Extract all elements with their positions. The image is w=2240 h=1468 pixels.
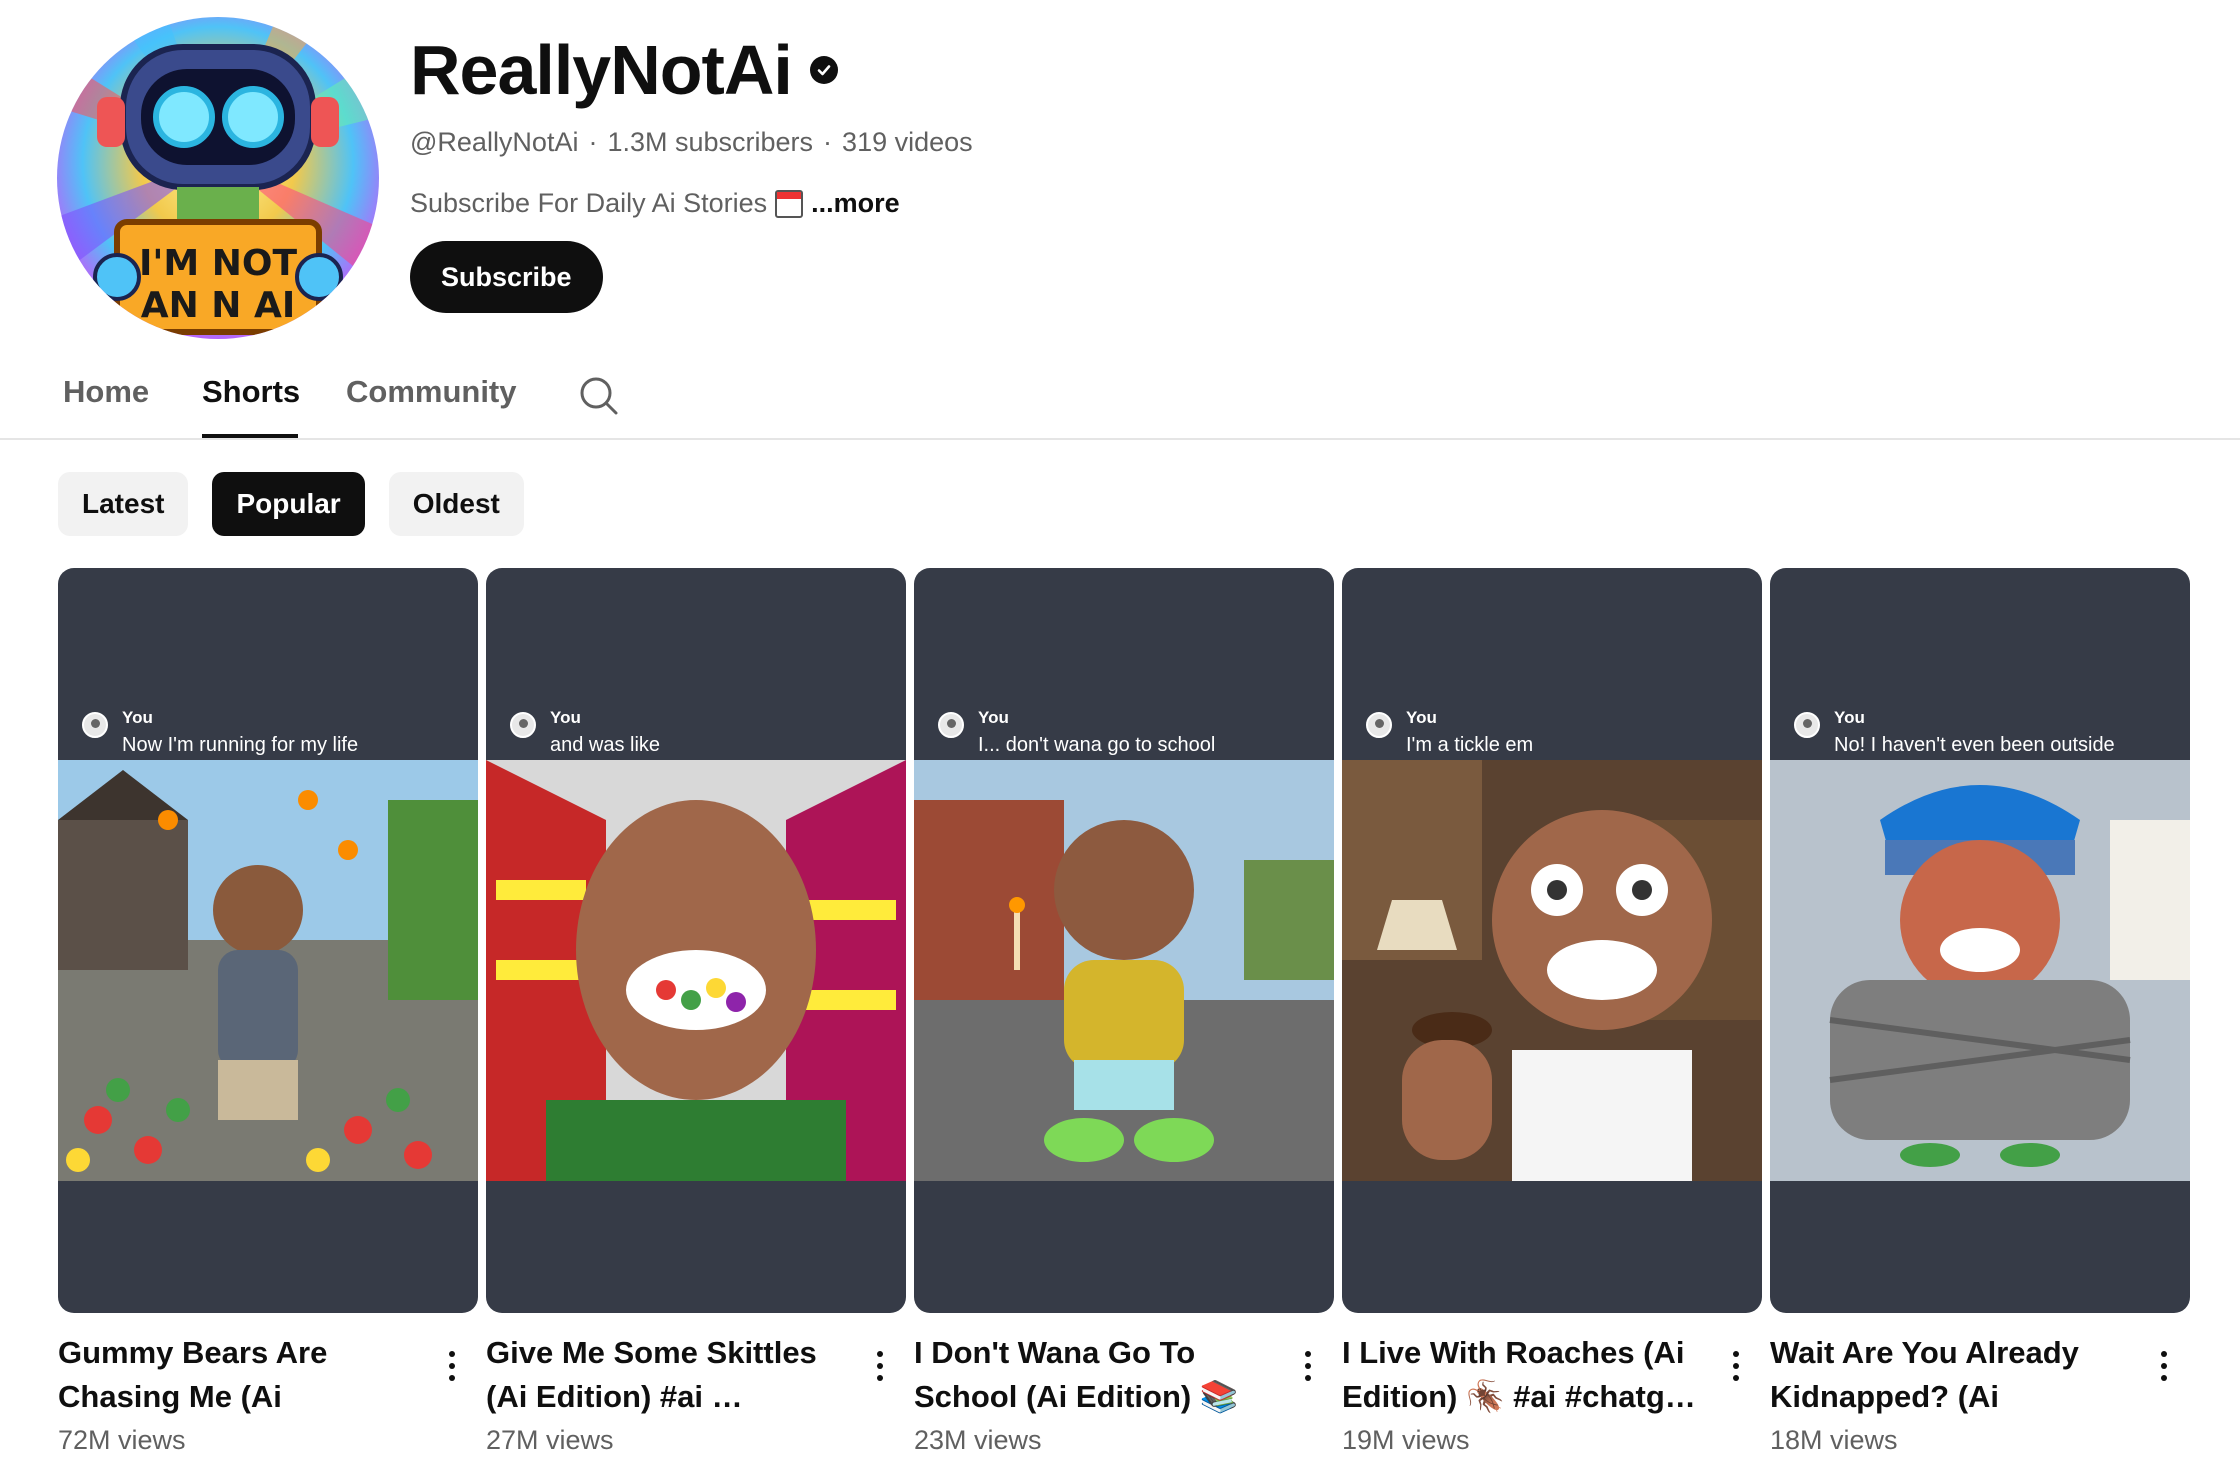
thumbnail-caption: You No! I haven't even been outside — [1794, 708, 2115, 757]
school-art-image — [914, 760, 1334, 1181]
subscriber-count: 1.3M subscribers — [607, 127, 814, 157]
short-card[interactable]: You No! I haven't even been outside Wait… — [1770, 568, 2190, 1456]
more-options-icon[interactable] — [1296, 1331, 1320, 1419]
user-avatar-icon — [82, 712, 108, 738]
user-avatar-icon — [510, 712, 536, 738]
short-card[interactable]: You I'm a tickle em I Live With Roaches … — [1342, 568, 1762, 1456]
channel-tabs: Home Shorts Community — [0, 360, 2240, 440]
channel-meta: @ReallyNotAi · 1.3M subscribers · 319 vi… — [410, 127, 973, 157]
more-link[interactable]: ...more — [811, 188, 900, 219]
short-title[interactable]: Give Me Some Skittles (Ai Edition) #ai … — [486, 1331, 846, 1419]
user-avatar-icon — [1794, 712, 1820, 738]
channel-description[interactable]: Subscribe For Daily Ai Stories ...more — [410, 188, 973, 219]
more-options-icon[interactable] — [440, 1331, 464, 1419]
svg-text:I'M NOT: I'M NOT — [139, 243, 298, 284]
more-options-icon[interactable] — [868, 1331, 892, 1419]
short-title[interactable]: I Don't Wana Go To School (Ai Edition) 📚… — [914, 1331, 1274, 1419]
chip-oldest[interactable]: Oldest — [388, 472, 524, 536]
skittles-art-image — [486, 760, 906, 1181]
short-title[interactable]: Wait Are You Already Kidnapped? (Ai Edit… — [1770, 1331, 2130, 1419]
tab-home[interactable]: Home — [63, 374, 149, 410]
chip-latest[interactable]: Latest — [58, 472, 189, 536]
view-count: 72M views — [58, 1425, 186, 1455]
short-title[interactable]: Gummy Bears Are Chasing Me (Ai Edition… — [58, 1331, 418, 1419]
tab-shorts[interactable]: Shorts — [202, 374, 300, 410]
sort-chips: Latest Popular Oldest — [58, 472, 524, 536]
view-count: 23M views — [914, 1425, 1042, 1455]
view-count: 27M views — [486, 1425, 614, 1455]
thumbnail-caption: You Now I'm running for my life — [82, 708, 358, 757]
user-avatar-icon — [1366, 712, 1392, 738]
short-card[interactable]: You I... don't wana go to school I Don't… — [914, 568, 1334, 1456]
duct-tape-art-image — [1770, 760, 2190, 1181]
robot-avatar-icon: I'M NOT AN N AI — [57, 17, 379, 339]
calendar-icon — [775, 189, 804, 218]
short-card[interactable]: You and was like Give Me Some Skittles (… — [486, 568, 906, 1456]
svg-text:AN N AI: AN N AI — [141, 285, 295, 326]
search-icon[interactable] — [578, 375, 620, 417]
thumbnail-caption: You I... don't wana go to school — [938, 708, 1215, 757]
short-thumbnail[interactable]: You I'm a tickle em — [1342, 568, 1762, 1313]
description-text: Subscribe For Daily Ai Stories — [410, 188, 768, 218]
thumbnail-caption: You and was like — [510, 708, 660, 757]
channel-info: ReallyNotAi @ReallyNotAi · 1.3M subscrib… — [410, 30, 973, 313]
user-avatar-icon — [938, 712, 964, 738]
channel-handle: @ReallyNotAi — [410, 127, 579, 157]
short-thumbnail[interactable]: You No! I haven't even been outside — [1770, 568, 2190, 1313]
short-thumbnail[interactable]: You Now I'm running for my life — [58, 568, 478, 1313]
video-count: 319 videos — [842, 127, 973, 157]
chip-popular[interactable]: Popular — [212, 472, 365, 536]
view-count: 18M views — [1770, 1425, 1898, 1455]
active-tab-indicator — [202, 434, 298, 438]
tab-community[interactable]: Community — [346, 374, 517, 410]
short-title[interactable]: I Live With Roaches (Ai Edition) 🪳 #ai #… — [1342, 1331, 1702, 1419]
thumbnail-caption: You I'm a tickle em — [1366, 708, 1533, 757]
view-count: 19M views — [1342, 1425, 1470, 1455]
roaches-art-image — [1342, 760, 1762, 1181]
short-thumbnail[interactable]: You and was like — [486, 568, 906, 1313]
more-options-icon[interactable] — [2152, 1331, 2176, 1419]
more-options-icon[interactable] — [1724, 1331, 1748, 1419]
short-thumbnail[interactable]: You I... don't wana go to school — [914, 568, 1334, 1313]
short-card[interactable]: You Now I'm running for my life Gummy Be… — [58, 568, 478, 1456]
verified-check-icon — [809, 56, 838, 84]
subscribe-button[interactable]: Subscribe — [410, 241, 603, 313]
gummy-bears-art-image — [58, 760, 478, 1181]
channel-avatar[interactable]: I'M NOT AN N AI — [57, 17, 379, 339]
channel-name: ReallyNotAi — [410, 31, 793, 109]
